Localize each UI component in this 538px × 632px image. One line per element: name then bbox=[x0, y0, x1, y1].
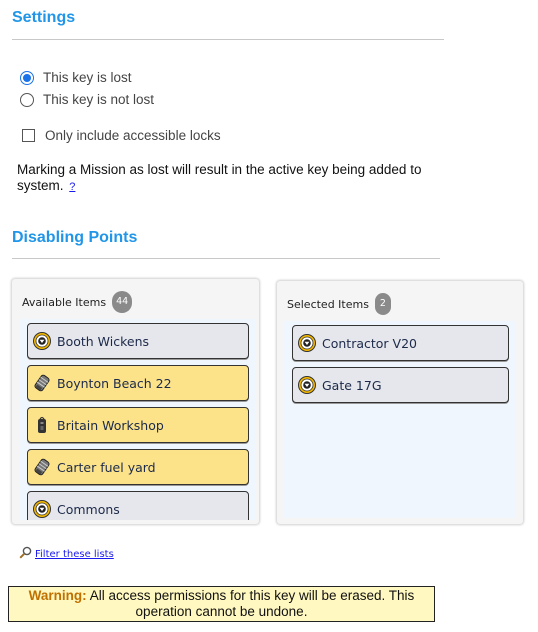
available-items-panel: Available Items 44 Booth Wickens Boynton … bbox=[12, 279, 259, 524]
disabling-points-divider bbox=[12, 258, 440, 259]
accessible-locks-checkbox[interactable]: Only include accessible locks bbox=[22, 128, 221, 143]
list-item-label: Contractor V20 bbox=[322, 335, 417, 351]
lost-key-note: Marking a Mission as lost will result in… bbox=[17, 162, 447, 195]
filter-lists[interactable]: Filter these lists bbox=[19, 546, 114, 562]
list-item-label: Carter fuel yard bbox=[57, 459, 156, 475]
padlock-cylinder-icon bbox=[32, 373, 52, 393]
cylinder-lock-icon bbox=[297, 333, 317, 353]
list-item-label: Booth Wickens bbox=[57, 333, 150, 349]
warning-label: Warning: bbox=[28, 588, 87, 603]
list-item-label: Commons bbox=[57, 501, 120, 517]
list-item[interactable]: Carter fuel yard bbox=[27, 449, 249, 485]
list-item-label: Britain Workshop bbox=[57, 417, 164, 433]
warning-box: Warning: All access permissions for this… bbox=[8, 586, 435, 622]
list-item[interactable]: Boynton Beach 22 bbox=[27, 365, 249, 401]
radio-key-lost[interactable]: This key is lost bbox=[20, 70, 132, 85]
warning-text: All access permissions for this key will… bbox=[89, 588, 415, 619]
list-item[interactable]: Contractor V20 bbox=[292, 325, 509, 361]
list-item[interactable]: Gate 17G bbox=[292, 367, 509, 403]
selected-items-label: Selected Items bbox=[287, 297, 369, 311]
cylinder-lock-icon bbox=[297, 375, 317, 395]
radio-button[interactable] bbox=[20, 92, 34, 107]
list-item[interactable]: Britain Workshop bbox=[27, 407, 249, 443]
checkbox-box[interactable] bbox=[22, 129, 35, 142]
key-fob-icon bbox=[32, 415, 52, 435]
available-count-badge: 44 bbox=[112, 291, 133, 313]
selected-items-list[interactable]: Contractor V20 Gate 17G bbox=[284, 321, 516, 518]
list-item-label: Gate 17G bbox=[322, 377, 382, 393]
disabling-points-heading: Disabling Points bbox=[12, 229, 138, 246]
checkbox-label: Only include accessible locks bbox=[45, 128, 221, 143]
available-items-label: Available Items bbox=[22, 295, 107, 309]
available-items-list[interactable]: Booth Wickens Boynton Beach 22 Britain Wor… bbox=[19, 319, 256, 520]
note-text: Marking a Mission as lost will result in… bbox=[17, 162, 422, 193]
selected-count-badge: 2 bbox=[374, 293, 391, 315]
settings-divider bbox=[12, 39, 444, 40]
list-item-label: Boynton Beach 22 bbox=[57, 375, 172, 391]
radio-label: This key is not lost bbox=[43, 92, 155, 107]
search-icon bbox=[19, 546, 32, 562]
list-item[interactable]: Commons bbox=[27, 491, 249, 520]
filter-lists-link[interactable]: Filter these lists bbox=[35, 549, 114, 560]
selected-items-panel: Selected Items 2 Contractor V20 Gate 17G bbox=[277, 281, 523, 524]
radio-key-not-lost[interactable]: This key is not lost bbox=[20, 92, 154, 107]
padlock-cylinder-icon bbox=[32, 457, 52, 477]
radio-button-checked[interactable] bbox=[20, 70, 34, 85]
settings-heading: Settings bbox=[12, 9, 76, 26]
radio-label: This key is lost bbox=[43, 70, 132, 85]
cylinder-lock-icon bbox=[32, 499, 52, 519]
help-link[interactable]: ? bbox=[69, 181, 75, 193]
cylinder-lock-icon bbox=[32, 331, 52, 351]
list-item[interactable]: Booth Wickens bbox=[27, 323, 249, 359]
